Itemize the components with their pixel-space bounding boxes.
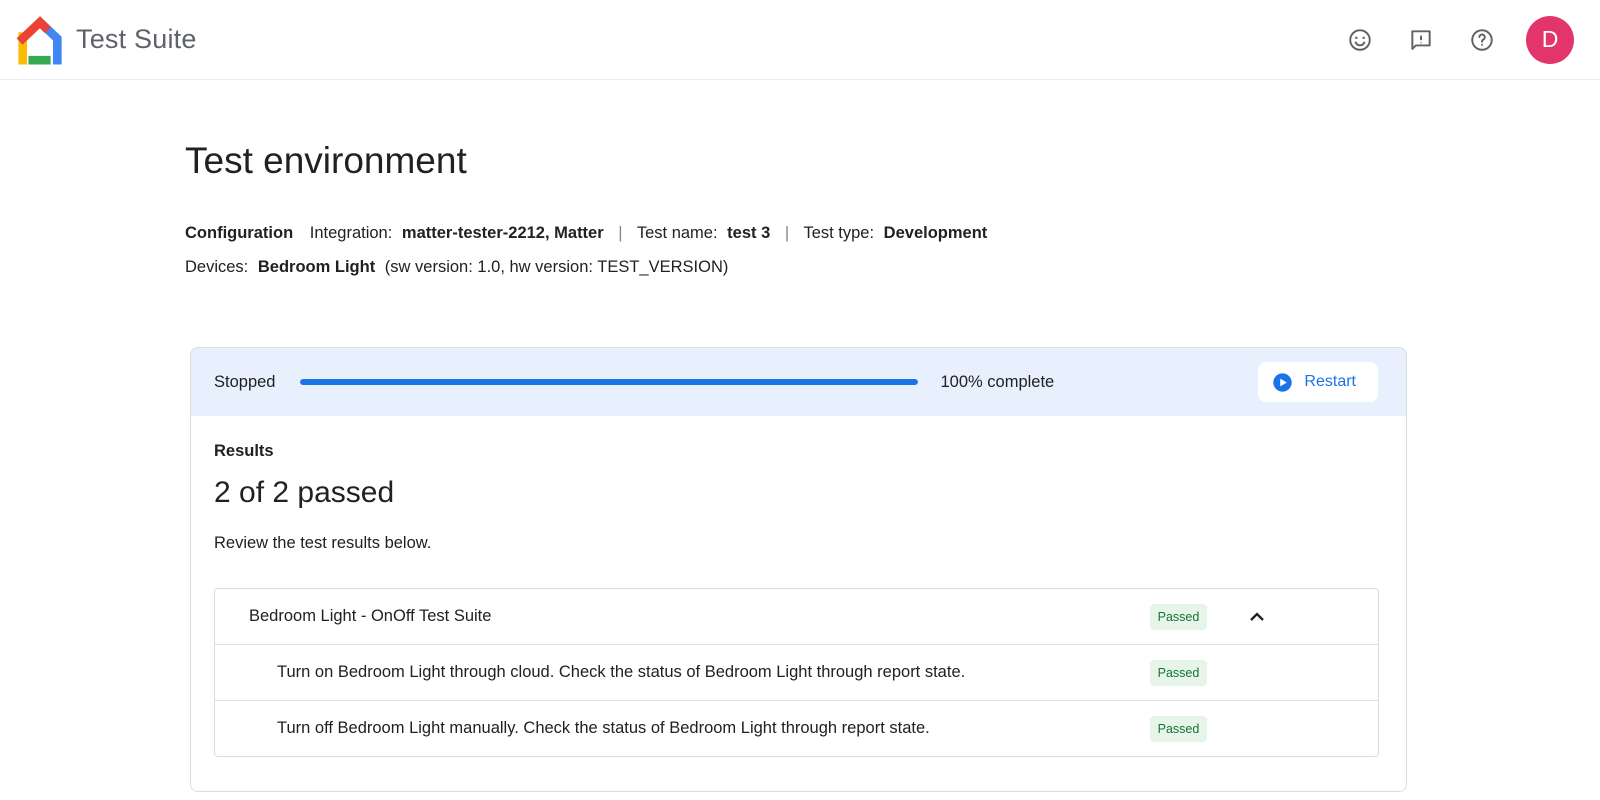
smiley-icon xyxy=(1347,27,1373,53)
result-row-case[interactable]: Turn on Bedroom Light through cloud. Che… xyxy=(215,644,1378,700)
test-type-label: Test type: xyxy=(803,224,874,242)
status-badge: Passed xyxy=(1150,716,1207,742)
progress-percent-label: 100% complete xyxy=(940,373,1054,392)
play-icon xyxy=(1272,372,1293,393)
progress-bar-fill xyxy=(300,379,918,385)
test-name-value: test 3 xyxy=(727,224,770,242)
result-row-label: Turn on Bedroom Light through cloud. Che… xyxy=(277,663,1150,682)
status-badge: Passed xyxy=(1150,604,1207,630)
results-section: Results 2 of 2 passed Review the test re… xyxy=(191,416,1406,791)
feedback-button[interactable] xyxy=(1401,20,1441,60)
avatar[interactable]: D xyxy=(1526,16,1574,64)
chevron-cell xyxy=(1207,599,1378,635)
devices-line: Devices: Bedroom Light (sw version: 1.0,… xyxy=(185,250,1600,284)
progress-bar xyxy=(300,379,918,385)
collapse-button[interactable] xyxy=(1239,599,1275,635)
test-name-label: Test name: xyxy=(637,224,718,242)
test-type-value: Development xyxy=(884,224,988,242)
result-row-suite[interactable]: Bedroom Light - OnOff Test Suite Passed xyxy=(215,589,1378,644)
emoji-feedback-button[interactable] xyxy=(1340,20,1380,60)
run-status-label: Stopped xyxy=(214,373,275,392)
configuration-label: Configuration xyxy=(185,224,293,242)
result-row-label: Turn off Bedroom Light manually. Check t… xyxy=(277,719,1150,738)
app-title: Test Suite xyxy=(76,24,197,55)
separator: | xyxy=(785,224,789,242)
result-row-case[interactable]: Turn off Bedroom Light manually. Check t… xyxy=(215,700,1378,756)
status-badge: Passed xyxy=(1150,660,1207,686)
feedback-icon xyxy=(1408,27,1434,53)
devices-detail: (sw version: 1.0, hw version: TEST_VERSI… xyxy=(385,258,729,276)
home-logo-icon xyxy=(16,15,64,65)
restart-button-label: Restart xyxy=(1304,373,1356,391)
help-button[interactable] xyxy=(1462,20,1502,60)
main-content: Test environment Configuration Integrati… xyxy=(0,140,1600,792)
devices-label: Devices: xyxy=(185,258,248,276)
results-title: Results xyxy=(214,442,1379,461)
test-run-card: Stopped 100% complete Restart Results 2 … xyxy=(190,347,1407,792)
configuration-summary: Configuration Integration: matter-tester… xyxy=(185,216,1600,284)
header-actions: D xyxy=(1340,16,1574,64)
devices-value: Bedroom Light xyxy=(258,258,375,276)
results-table: Bedroom Light - OnOff Test Suite Passed xyxy=(214,588,1379,757)
results-subtitle: Review the test results below. xyxy=(214,534,1379,553)
integration-value: matter-tester-2212, Matter xyxy=(402,224,604,242)
configuration-line: Configuration Integration: matter-tester… xyxy=(185,216,1600,250)
help-icon xyxy=(1469,27,1495,53)
progress-header: Stopped 100% complete Restart xyxy=(191,348,1406,416)
chevron-up-icon xyxy=(1245,605,1269,629)
restart-button[interactable]: Restart xyxy=(1258,362,1378,402)
app-header: Test Suite xyxy=(0,0,1600,80)
result-row-label: Bedroom Light - OnOff Test Suite xyxy=(249,607,1150,626)
integration-label: Integration: xyxy=(310,224,393,242)
app-logo[interactable]: Test Suite xyxy=(16,15,197,65)
separator: | xyxy=(618,224,622,242)
page-title: Test environment xyxy=(185,140,1600,182)
results-summary: 2 of 2 passed xyxy=(214,476,1379,510)
